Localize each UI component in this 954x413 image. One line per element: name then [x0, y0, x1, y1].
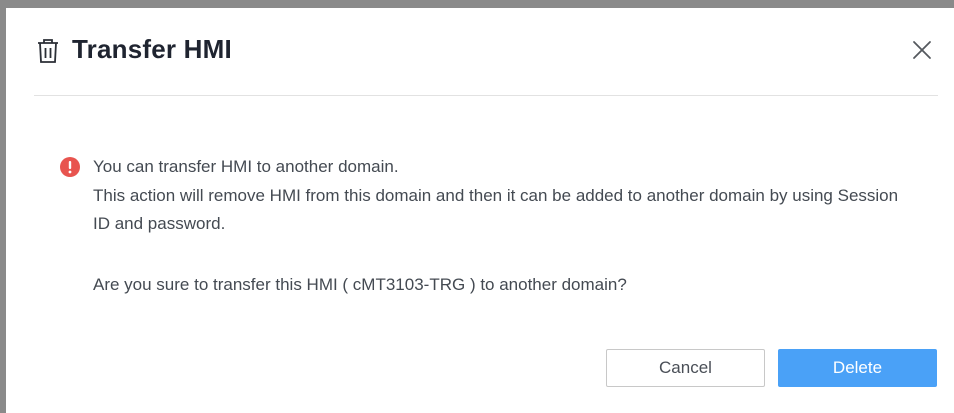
dialog-header: Transfer HMI	[6, 8, 954, 96]
close-icon[interactable]	[910, 38, 934, 62]
dialog-title: Transfer HMI	[72, 34, 232, 64]
transfer-hmi-dialog: Transfer HMI You can transfer HMI to ano…	[6, 8, 954, 413]
warning-icon	[60, 157, 80, 177]
delete-button[interactable]: Delete	[778, 349, 937, 387]
trash-icon	[36, 38, 60, 64]
header-divider	[34, 95, 938, 96]
warning-message: You can transfer HMI to another domain.	[93, 157, 399, 176]
confirm-question: Are you sure to transfer this HMI ( cMT3…	[93, 275, 627, 294]
description-text: This action will remove HMI from this do…	[93, 186, 899, 233]
cancel-button[interactable]: Cancel	[606, 349, 765, 387]
